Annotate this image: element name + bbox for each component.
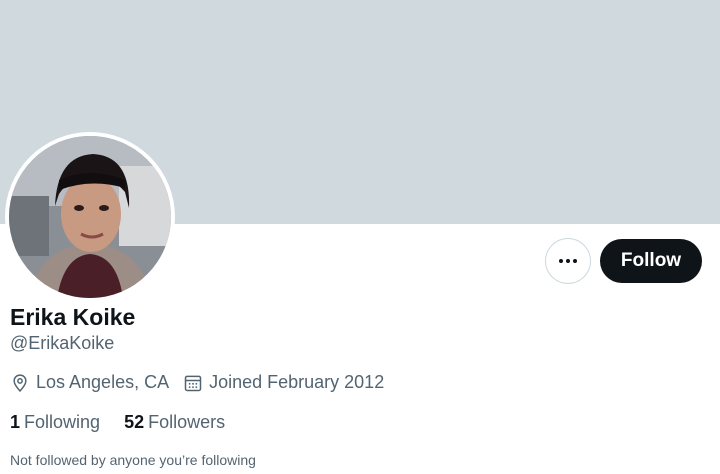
join-date-text: Joined February 2012 (209, 372, 385, 392)
follow-stats: 1 Following 52 Followers (10, 412, 249, 433)
mutual-followers-note: Not followed by anyone you’re following (10, 452, 256, 468)
following-count: 1 (10, 412, 21, 432)
more-options-button[interactable] (545, 238, 591, 284)
location-text: Los Angeles, CA (36, 372, 170, 392)
follow-button[interactable]: Follow (600, 239, 702, 283)
calendar-icon (184, 375, 202, 391)
followers-count: 52 (124, 412, 145, 432)
followers-link[interactable]: 52 Followers (124, 412, 225, 433)
location: Los Angeles, CA (10, 372, 169, 393)
profile-name: Erika Koike (10, 304, 136, 330)
location-pin-icon (13, 373, 27, 392)
avatar[interactable] (5, 132, 175, 302)
following-link[interactable]: 1 Following (10, 412, 100, 433)
join-date: Joined February 2012 (183, 372, 384, 393)
profile-meta: Los Angeles, CA Joined February 2012 (10, 372, 398, 393)
avatar-photo (9, 136, 171, 298)
more-horizontal-icon (559, 259, 577, 263)
profile-handle: @ErikaKoike (10, 333, 115, 353)
following-label: Following (24, 412, 101, 432)
followers-label: Followers (148, 412, 226, 432)
